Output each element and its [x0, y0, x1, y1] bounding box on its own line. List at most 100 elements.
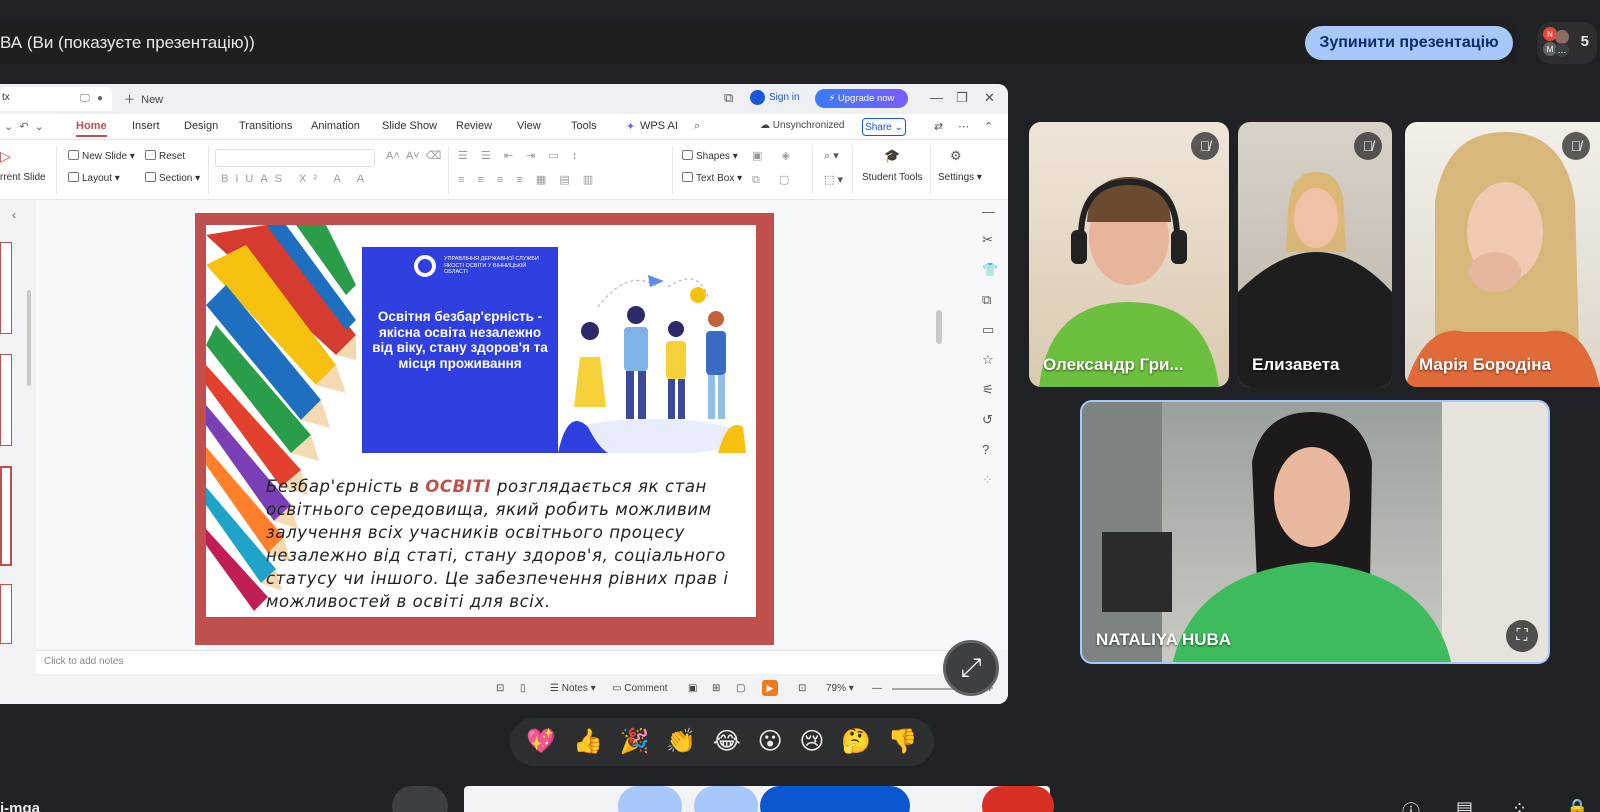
chat-icon[interactable]: ▤ [1456, 798, 1473, 812]
reaction-heart-button[interactable]: 💖 [526, 730, 556, 754]
window-mode-icon[interactable]: ⧉ [724, 90, 733, 106]
ribbon-divider [852, 146, 853, 194]
reaction-surprised-button[interactable]: 😮 [758, 730, 783, 754]
more-icon[interactable]: ⋯ [958, 120, 969, 133]
text-format-icons[interactable]: BIUAS X² A A [221, 173, 371, 185]
help-icon[interactable]: ? [982, 442, 989, 457]
layout-button[interactable]: Layout ▾ [68, 172, 120, 184]
font-name-select[interactable] [215, 149, 375, 167]
captions-button[interactable] [618, 786, 682, 812]
reaction-thumbs-down-button[interactable]: 👎 [888, 730, 918, 754]
zoom-out-icon[interactable]: — [872, 683, 882, 694]
participant-tile-active[interactable]: NATALIYA HUBA ⛶ [1080, 400, 1550, 664]
reading-view-icon[interactable]: ▢ [736, 683, 745, 694]
play-icon[interactable]: ▷ [0, 148, 11, 165]
restore-icon[interactable]: ❐ [956, 90, 968, 106]
slide-thumbnail[interactable] [0, 584, 12, 644]
minimize-icon[interactable]: — [930, 90, 943, 105]
slide-thumbnail-current[interactable] [0, 466, 12, 566]
sorter-view-icon[interactable]: ⊞ [712, 683, 720, 694]
menu-insert[interactable]: Insert [132, 120, 160, 132]
menu-slide-show[interactable]: Slide Show [382, 120, 437, 132]
upgrade-label: Upgrade now [837, 93, 895, 104]
minimize-panel-icon[interactable]: — [982, 204, 995, 219]
alignment-icons[interactable]: ≡ ≡ ≡ ≡ ▦ ▤ ▥ [458, 173, 598, 186]
close-icon[interactable]: ✕ [984, 90, 995, 106]
section-button[interactable]: Section ▾ [145, 172, 200, 184]
copy-icon[interactable]: ⧉ [982, 292, 991, 308]
history-icon[interactable]: ↺ [982, 412, 993, 428]
notes-button[interactable]: ☰ Notes ▾ [550, 683, 596, 694]
fit-window-icon[interactable]: ⊡ [798, 683, 806, 694]
participants-button[interactable]: N M … 5 [1537, 22, 1597, 64]
play-slideshow-icon[interactable]: ▶ [762, 680, 778, 696]
arrange-icons[interactable]: ⧉ ▢ [752, 173, 797, 187]
reaction-thinking-button[interactable]: 🤔 [841, 730, 871, 754]
collapse-ribbon-icon[interactable]: ⌃ [984, 120, 993, 133]
adjust-icon[interactable]: ⚟ [982, 382, 994, 398]
quick-access-icons[interactable]: ⌄ ↶ ⌄ [4, 120, 44, 133]
menu-transitions[interactable]: Transitions [239, 120, 292, 132]
text-box-button[interactable]: Text Box ▾ [682, 172, 742, 184]
reaction-sad-button[interactable]: 😢 [799, 730, 824, 754]
menu-animation[interactable]: Animation [311, 120, 360, 132]
collapse-panel-icon[interactable]: ‹ [12, 208, 16, 222]
crop-icon[interactable]: ⛶ [1506, 620, 1538, 652]
canvas-scrollbar[interactable] [936, 310, 942, 344]
reset-button[interactable]: Reset [145, 150, 185, 162]
reactions-button[interactable] [694, 786, 758, 812]
select-icon[interactable]: ⬚ ▾ [824, 173, 843, 186]
star-icon[interactable]: ☆ [982, 352, 994, 368]
document-tab[interactable]: tx 🖵 ● [0, 87, 112, 111]
reaction-party-button[interactable]: 🎉 [620, 730, 650, 754]
thumbnail-scrollbar[interactable] [27, 290, 31, 386]
collaborate-icon[interactable]: ⇄ [934, 120, 943, 133]
menu-design[interactable]: Design [184, 120, 218, 132]
zoom-level[interactable]: 79% ▾ [826, 683, 854, 694]
picture-fill-icons[interactable]: ▣ ◈ [752, 149, 798, 162]
stop-presenting-button[interactable]: Зупинити презентацію [1305, 26, 1513, 60]
info-icon[interactable]: ⓘ [1402, 798, 1420, 812]
menu-wps-ai[interactable]: WPS AI [640, 120, 678, 132]
present-button[interactable] [760, 786, 910, 812]
menu-view[interactable]: View [517, 120, 541, 132]
list-icons[interactable]: ☰ ☰ ⇤ ⇥ ▭ ↕ [458, 149, 582, 162]
find-icon[interactable]: ⌕ ▾ [824, 149, 839, 163]
reaction-thumbs-up-button[interactable]: 👍 [573, 730, 603, 754]
activities-icon[interactable]: ⁘ [1512, 798, 1527, 812]
settings-button[interactable]: Settings ▾ [938, 172, 982, 183]
leave-call-button[interactable] [982, 786, 1054, 812]
participant-tile[interactable]: 🎙̸ Марія Бородіна [1405, 122, 1600, 387]
magic-tool-icon[interactable]: ✂ [982, 232, 993, 248]
shirt-icon[interactable]: 👕 [982, 262, 998, 278]
share-button[interactable]: Share ⌄ [862, 118, 906, 136]
font-size-icons[interactable]: A˄ A˅ ⌫ [386, 149, 441, 162]
shapes-button[interactable]: Shapes ▾ [682, 150, 738, 162]
menu-tools[interactable]: Tools [571, 120, 597, 132]
menu-review[interactable]: Review [456, 120, 492, 132]
comment-button[interactable]: ▭ Comment [612, 683, 668, 694]
from-current-slide-button[interactable]: rrent Slide [0, 172, 46, 183]
slide-thumbnail[interactable] [0, 242, 12, 334]
reaction-clap-button[interactable]: 👏 [666, 730, 696, 754]
search-icon[interactable]: ⌕ [694, 120, 700, 133]
upgrade-button[interactable]: ⚡ Upgrade now [815, 89, 908, 108]
menu-home[interactable]: Home [76, 120, 107, 137]
sign-in-button[interactable]: Sign in [750, 90, 800, 105]
slide-thumbnail[interactable] [0, 354, 12, 446]
host-controls-icon[interactable]: 🔒 [1566, 798, 1588, 812]
new-slide-button[interactable]: New Slide ▾ [68, 150, 135, 162]
apps-icon[interactable]: ⁘ [982, 472, 993, 488]
reaction-laugh-button[interactable]: 😂 [713, 730, 741, 754]
normal-view-icon[interactable]: ▣ [688, 683, 697, 694]
fullscreen-button[interactable]: ⤢ [943, 640, 999, 696]
student-tools-button[interactable]: Student Tools [862, 172, 922, 183]
comment-icon[interactable]: ▭ [982, 322, 994, 338]
slide-icon[interactable]: ▯ [520, 683, 526, 694]
participant-tile[interactable]: 🎙̸ Елизавета [1238, 122, 1392, 387]
new-tab-button[interactable]: ＋ New [124, 91, 163, 107]
participant-tile[interactable]: 🎙̸ Олександр Гри... [1029, 122, 1229, 387]
fit-icon[interactable]: ⊡ [496, 683, 504, 694]
mic-button[interactable] [392, 786, 448, 812]
notes-area[interactable]: Click to add notes [36, 650, 976, 674]
